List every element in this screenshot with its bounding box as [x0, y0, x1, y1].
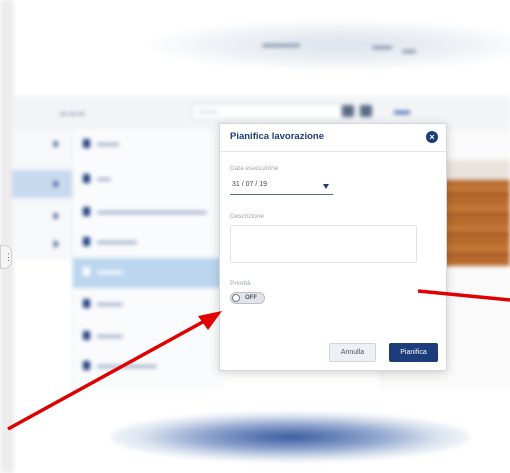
annotation-arrow-line — [7, 316, 211, 431]
annotation-arrow-line — [417, 289, 510, 302]
annotation-arrows — [7, 289, 510, 431]
annotation-arrowhead — [198, 311, 222, 330]
